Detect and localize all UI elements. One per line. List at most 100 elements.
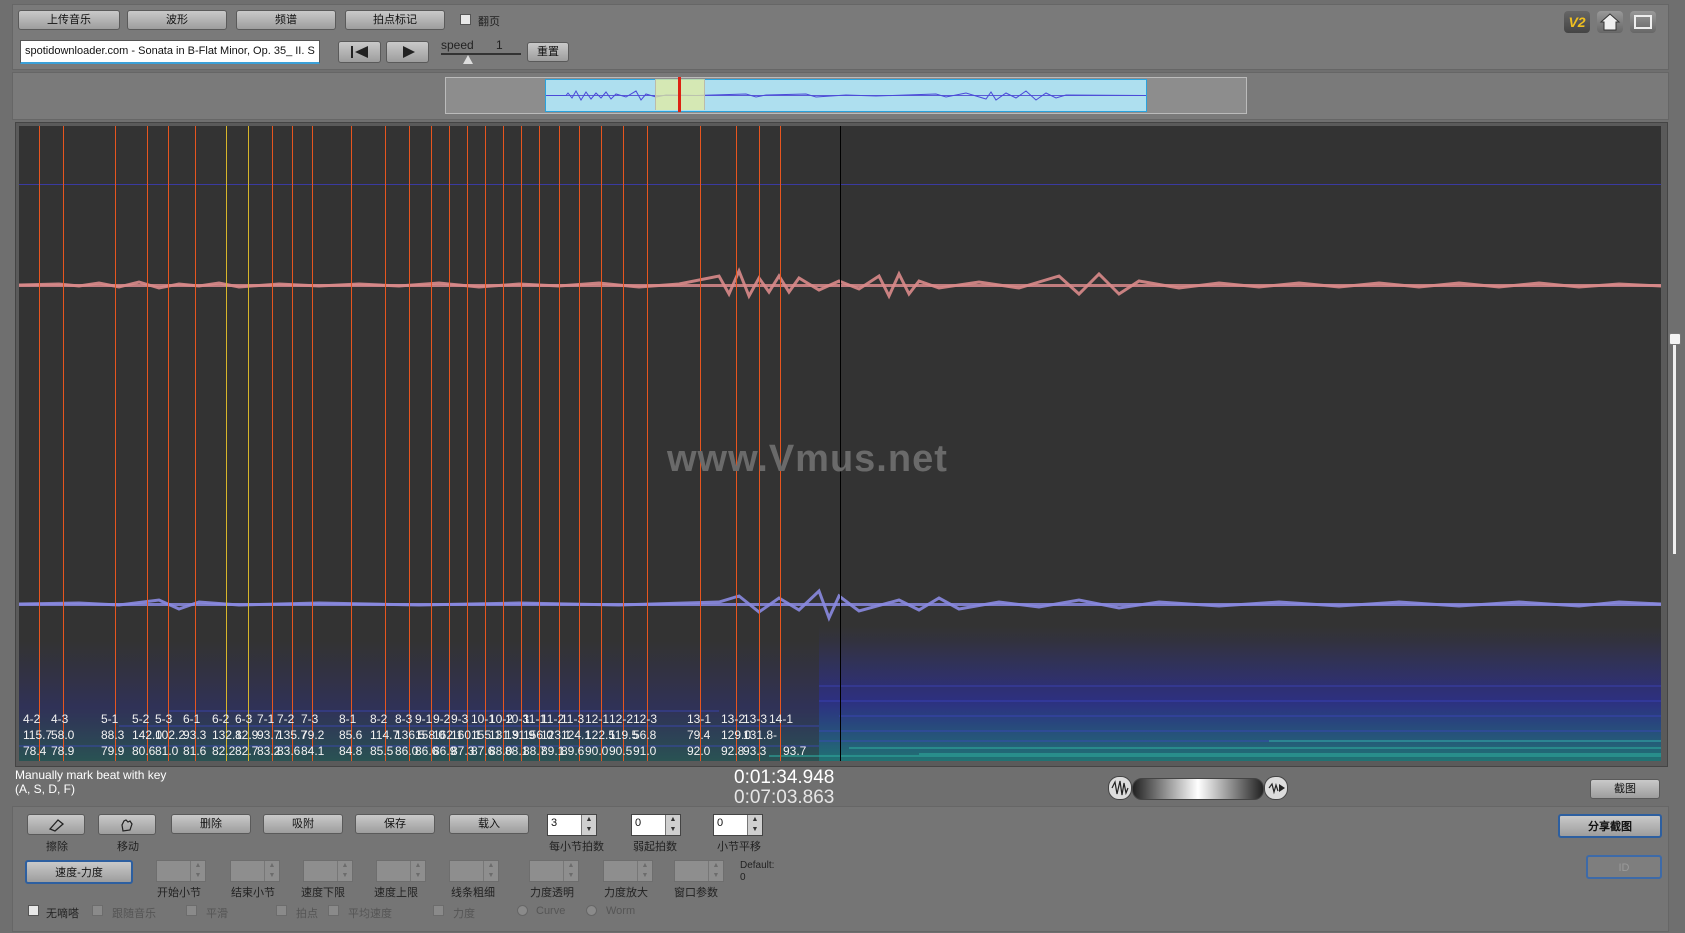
overview-visible-range[interactable]: [545, 79, 1147, 112]
worm-radio[interactable]: [586, 905, 597, 916]
beat-label-id: 6-1: [183, 712, 201, 726]
beat-label-id: 7-3: [301, 712, 319, 726]
overview-playhead[interactable]: [678, 77, 681, 112]
erase-button[interactable]: [27, 814, 85, 835]
bar-shift-stepper[interactable]: 0 ▲ ▼: [713, 814, 763, 836]
fast-forward-icon[interactable]: [1264, 776, 1288, 800]
beat-checkbox[interactable]: [276, 905, 287, 916]
vertical-zoom-thumb[interactable]: [1669, 333, 1681, 345]
beat-marker[interactable]: [409, 126, 410, 761]
dynamics-checkbox[interactable]: [433, 905, 444, 916]
fullscreen-icon[interactable]: [1630, 11, 1656, 33]
v2-badge[interactable]: V2: [1564, 11, 1590, 33]
beat-label-tempo: 115.7: [23, 728, 53, 742]
disabled-action-button[interactable]: ID: [1586, 855, 1662, 879]
beat-marker[interactable]: [485, 126, 486, 761]
beat-marker[interactable]: [272, 126, 273, 761]
beat-marker[interactable]: [168, 126, 169, 761]
beat-marker[interactable]: [115, 126, 116, 761]
beat-marker[interactable]: [601, 126, 602, 761]
beat-mark-button[interactable]: 拍点标记: [345, 10, 445, 30]
beat-marker[interactable]: [63, 126, 64, 761]
follow-music-label: 跟随音乐: [112, 908, 156, 920]
home-icon[interactable]: [1597, 11, 1623, 33]
reset-button[interactable]: 重置: [527, 42, 569, 62]
pickup-beats-stepper[interactable]: 0 ▲ ▼: [631, 814, 681, 836]
beat-marker[interactable]: [351, 126, 352, 761]
beat-label-id: 5-1: [101, 712, 119, 726]
dyn-transparency-stepper[interactable]: ▲ ▼: [529, 860, 579, 882]
line-width-stepper[interactable]: ▲ ▼: [449, 860, 499, 882]
beat-marker[interactable]: [559, 126, 560, 761]
line-width-label: 线条粗细: [451, 887, 495, 899]
share-screenshot-button[interactable]: 分享截图: [1558, 814, 1662, 838]
dyn-zoom-stepper[interactable]: ▲ ▼: [603, 860, 653, 882]
beat-label-tempo: 58.0: [51, 728, 75, 742]
filename-field[interactable]: spotidownloader.com - Sonata in B-Flat M…: [20, 40, 320, 64]
upload-music-button[interactable]: 上传音乐: [18, 10, 120, 30]
waveform-button[interactable]: 波形: [127, 10, 227, 30]
start-bar-stepper[interactable]: ▲ ▼: [156, 860, 206, 882]
stepper-arrows[interactable]: ▲ ▼: [665, 815, 680, 835]
pickup-beats-value: 0: [635, 817, 642, 829]
avg-tempo-checkbox[interactable]: [328, 905, 339, 916]
beats-per-bar-stepper[interactable]: 3 ▲ ▼: [547, 814, 597, 836]
curve-radio[interactable]: [517, 905, 528, 916]
beat-marker[interactable]: [39, 126, 40, 761]
beat-marker[interactable]: [147, 126, 148, 761]
snap-button[interactable]: 吸附: [263, 814, 343, 834]
play-button[interactable]: [386, 41, 429, 63]
waveform-icon[interactable]: [1108, 776, 1132, 800]
watermark: www.Vmus.net: [667, 438, 948, 480]
beat-marker[interactable]: [385, 126, 386, 761]
beat-label-id: 12-3: [633, 712, 658, 726]
beat-marker[interactable]: [449, 126, 450, 761]
delete-button[interactable]: 删除: [171, 814, 251, 834]
beat-marker[interactable]: [248, 126, 249, 761]
page-turn-label: 翻页: [478, 16, 500, 28]
beat-label-id: 13-2: [721, 712, 746, 726]
no-tick-checkbox[interactable]: [28, 905, 39, 916]
spectrum-button[interactable]: 频谱: [236, 10, 336, 30]
beat-marker[interactable]: [195, 126, 196, 761]
beat-label-avg: 93.7: [783, 744, 807, 758]
current-time: 0:01:34.948: [734, 767, 835, 788]
tempo-upper-stepper[interactable]: ▲ ▼: [376, 860, 426, 882]
beat-marker[interactable]: [431, 126, 432, 761]
load-button[interactable]: 载入: [449, 814, 529, 834]
vertical-zoom-track[interactable]: [1673, 336, 1676, 554]
screenshot-button[interactable]: 截图: [1590, 779, 1660, 799]
end-bar-stepper[interactable]: ▲ ▼: [230, 860, 280, 882]
beat-marker[interactable]: [312, 126, 313, 761]
beat-marker[interactable]: [292, 126, 293, 761]
beat-label-id: 8-1: [339, 712, 357, 726]
beat-label-tempo: 79.2: [301, 728, 325, 742]
beat-marker[interactable]: [623, 126, 624, 761]
beat-marker[interactable]: [467, 126, 468, 761]
beat-marker[interactable]: [503, 126, 504, 761]
dyn-zoom-label: 力度放大: [604, 887, 648, 899]
stepper-arrows[interactable]: ▲ ▼: [581, 815, 596, 835]
tempo-lower-stepper[interactable]: ▲ ▼: [303, 860, 353, 882]
beat-marker[interactable]: [226, 126, 227, 761]
beat-label-id: 7-2: [277, 712, 295, 726]
beat-marker[interactable]: [579, 126, 580, 761]
smooth-checkbox[interactable]: [186, 905, 197, 916]
beat-marker[interactable]: [539, 126, 540, 761]
page-turn-checkbox[interactable]: [460, 14, 471, 25]
volume-slider[interactable]: [1132, 778, 1264, 800]
save-button[interactable]: 保存: [355, 814, 435, 834]
move-button[interactable]: [98, 814, 156, 835]
window-param-stepper[interactable]: ▲ ▼: [674, 860, 724, 882]
beat-marker[interactable]: [521, 126, 522, 761]
follow-music-checkbox[interactable]: [92, 905, 103, 916]
rewind-button[interactable]: [338, 41, 381, 63]
speed-slider-thumb[interactable]: [463, 55, 473, 64]
tempo-dynamics-button[interactable]: 速度-力度: [25, 860, 133, 884]
stepper-arrows[interactable]: ▲ ▼: [747, 815, 762, 835]
worm-label: Worm: [606, 905, 636, 917]
beat-marker[interactable]: [647, 126, 648, 761]
beat-label-id: 9-2: [433, 712, 451, 726]
main-view[interactable]: www.Vmus.net 4-2 115.7 78.4 4-3 58.0 78.…: [19, 126, 1661, 761]
speed-slider[interactable]: [441, 53, 521, 55]
